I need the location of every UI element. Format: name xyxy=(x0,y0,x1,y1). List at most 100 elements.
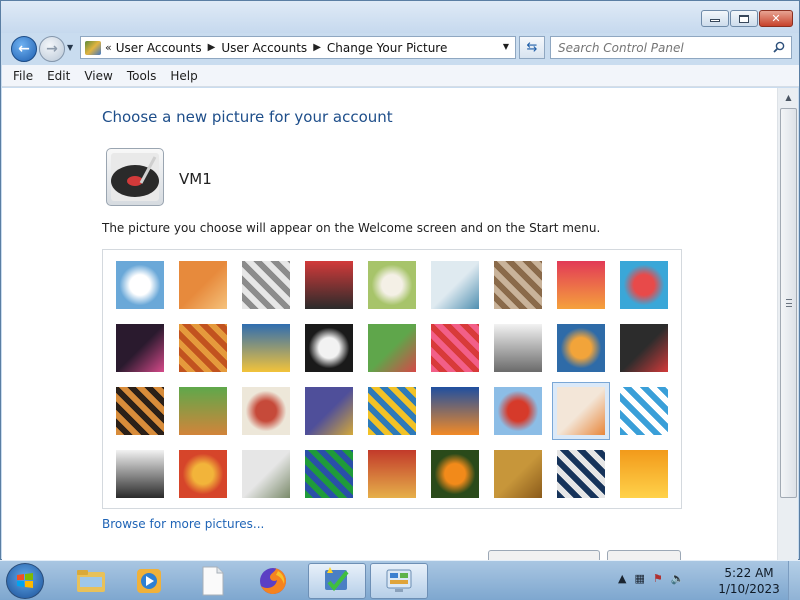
picture-tile-bowling-ball[interactable] xyxy=(116,324,164,372)
volume-icon[interactable]: 🔈 xyxy=(671,572,685,585)
taskbar: ▲ ▦ ⚑ 🔈 5:22 AM 1/10/2023 xyxy=(0,560,800,600)
picture-tile-pinwheel[interactable] xyxy=(620,261,668,309)
breadcrumb-separator-icon[interactable]: ▶ xyxy=(313,42,321,53)
browse-more-pictures-link[interactable]: Browse for more pictures... xyxy=(102,517,264,531)
picture-tile-window[interactable] xyxy=(305,450,353,498)
close-icon: ✕ xyxy=(771,12,781,25)
firefox-icon xyxy=(260,568,286,594)
picture-tile-record-player[interactable] xyxy=(305,261,353,309)
show-hidden-icons-icon[interactable]: ▲ xyxy=(618,572,626,585)
grip-icon xyxy=(786,299,792,307)
picture-tile-sailboat[interactable] xyxy=(620,387,668,435)
control-panel-icon xyxy=(386,569,412,592)
page-title: Choose a new picture for your account xyxy=(102,108,393,126)
picture-tile-soccer-ball[interactable] xyxy=(116,450,164,498)
title-bar[interactable]: ✕ xyxy=(1,1,799,33)
start-button[interactable] xyxy=(6,563,44,599)
picture-tile-robot[interactable] xyxy=(242,261,290,309)
picture-tile-paper-crane[interactable] xyxy=(620,324,668,372)
blank-document-icon xyxy=(202,566,224,596)
picture-tile-jacks[interactable] xyxy=(494,324,542,372)
picture-tile-sunflower[interactable] xyxy=(368,387,416,435)
picture-tile-butterfly[interactable] xyxy=(431,450,479,498)
menu-help[interactable]: Help xyxy=(163,69,204,83)
clock-date: 1/10/2023 xyxy=(718,582,780,596)
picture-tile-dog[interactable] xyxy=(305,324,353,372)
menu-edit[interactable]: Edit xyxy=(40,69,77,83)
forward-arrow-icon: → xyxy=(46,41,58,57)
show-desktop-button[interactable] xyxy=(788,561,800,600)
refresh-icon: ⇆ xyxy=(526,40,538,55)
scroll-up-icon[interactable]: ▲ xyxy=(781,90,796,105)
caption-buttons: ✕ xyxy=(701,10,793,27)
taskbar-media-player[interactable] xyxy=(120,563,178,599)
forward-button[interactable]: → xyxy=(39,36,65,62)
picture-tile-starfish[interactable] xyxy=(179,261,227,309)
picture-tile-wicker[interactable] xyxy=(494,450,542,498)
picture-tile-orange-flower[interactable] xyxy=(620,450,668,498)
recent-pages-dropdown-icon[interactable]: ▼ xyxy=(67,43,73,52)
taskbar-clock[interactable]: 5:22 AM 1/10/2023 xyxy=(716,565,782,597)
search-icon[interactable] xyxy=(773,41,785,53)
picture-tile-striped-fabric[interactable] xyxy=(179,450,227,498)
picture-tile-roller-coaster[interactable] xyxy=(116,261,164,309)
address-bar[interactable]: « User Accounts ▶ User Accounts ▶ Change… xyxy=(80,36,516,59)
description-text: The picture you choose will appear on th… xyxy=(102,221,601,235)
control-panel-window: ✕ ← → ▼ « User Accounts ▶ User Accounts … xyxy=(0,0,800,562)
taskbar-firefox[interactable] xyxy=(244,563,302,599)
media-player-icon xyxy=(137,569,161,593)
menu-file[interactable]: File xyxy=(6,69,40,83)
picture-tile-flower[interactable] xyxy=(557,261,605,309)
network-icon[interactable]: ▦ xyxy=(634,572,644,585)
menu-bar: File Edit View Tools Help xyxy=(2,65,799,87)
taskbar-explorer[interactable] xyxy=(62,563,120,599)
menu-tools[interactable]: Tools xyxy=(120,69,164,83)
search-input[interactable] xyxy=(558,40,768,55)
menu-view[interactable]: View xyxy=(77,69,119,83)
back-button[interactable]: ← xyxy=(11,36,37,62)
content-pane: Choose a new picture for your account VM… xyxy=(2,88,777,562)
picture-tile-star[interactable] xyxy=(431,324,479,372)
picture-tile-fabric[interactable] xyxy=(179,324,227,372)
control-panel-icon xyxy=(85,40,101,55)
picture-tile-gyroscope[interactable] xyxy=(431,261,479,309)
picture-tile-toy-robot[interactable] xyxy=(242,387,290,435)
picture-tile-leaf[interactable] xyxy=(242,324,290,372)
action-center-icon xyxy=(325,567,349,592)
breadcrumb-separator-icon[interactable]: ▶ xyxy=(208,42,216,53)
picture-tile-egg-doll[interactable] xyxy=(552,382,610,440)
close-button[interactable]: ✕ xyxy=(759,10,793,27)
refresh-button[interactable]: ⇆ xyxy=(519,36,545,59)
taskbar-document[interactable] xyxy=(184,563,242,599)
breadcrumb-change-your-picture[interactable]: Change Your Picture xyxy=(327,41,447,55)
current-picture-record-player xyxy=(111,153,159,201)
picture-tile-balloon[interactable] xyxy=(494,387,542,435)
picture-tile-crayons[interactable] xyxy=(368,324,416,372)
scroll-thumb[interactable] xyxy=(780,108,797,498)
back-arrow-icon: ← xyxy=(18,41,30,57)
search-box[interactable] xyxy=(550,36,792,59)
picture-tile-fish[interactable] xyxy=(431,387,479,435)
breadcrumb-overflow-icon[interactable]: « xyxy=(105,41,112,54)
picture-tile-textile[interactable] xyxy=(305,387,353,435)
breadcrumb-user-accounts-1[interactable]: User Accounts xyxy=(116,41,202,55)
folder-icon xyxy=(77,570,105,592)
picture-tile-kitten[interactable] xyxy=(494,261,542,309)
picture-tile-pomeranian[interactable] xyxy=(179,387,227,435)
picture-tile-lucky-cat[interactable] xyxy=(368,261,416,309)
picture-tile-marbles[interactable] xyxy=(242,450,290,498)
current-account-picture-frame xyxy=(106,148,164,206)
minimize-button[interactable] xyxy=(701,10,729,27)
account-name: VM1 xyxy=(179,170,212,188)
taskbar-action-app[interactable] xyxy=(308,563,366,599)
address-dropdown-icon[interactable]: ▼ xyxy=(503,42,509,51)
taskbar-control-panel[interactable] xyxy=(370,563,428,599)
picture-tile-woven-cloth[interactable] xyxy=(368,450,416,498)
vertical-scrollbar[interactable]: ▲ xyxy=(777,88,798,561)
maximize-button[interactable] xyxy=(730,10,758,27)
action-center-flag-icon[interactable]: ⚑ xyxy=(653,572,663,585)
picture-tile-lighthouse[interactable] xyxy=(557,450,605,498)
breadcrumb-user-accounts-2[interactable]: User Accounts xyxy=(221,41,307,55)
picture-tile-guitar[interactable] xyxy=(116,387,164,435)
picture-tile-stairs[interactable] xyxy=(557,324,605,372)
